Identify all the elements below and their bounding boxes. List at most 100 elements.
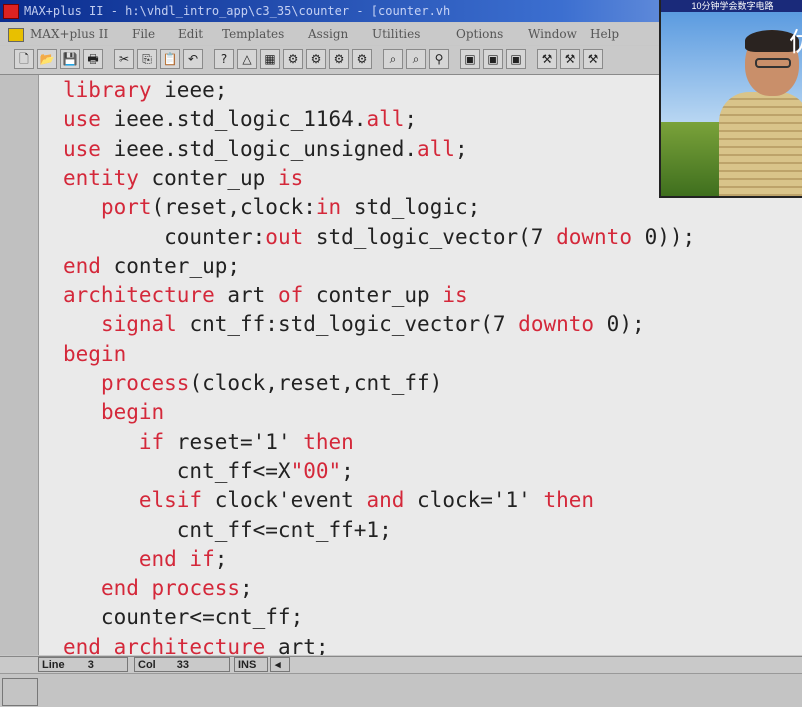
hierarchy-icon[interactable]: △ <box>237 49 257 69</box>
save-icon[interactable]: 💾 <box>60 49 80 69</box>
menu-file[interactable]: File <box>132 23 155 45</box>
code-line: end if; <box>63 545 228 574</box>
code-text: ieee.std_logic_1164. <box>100 107 367 132</box>
code-keyword: and <box>366 488 405 513</box>
app-icon[interactable] <box>3 4 19 19</box>
timing-icon[interactable]: ⚙ <box>329 49 349 69</box>
document-system-icon[interactable] <box>8 28 24 42</box>
find-icon[interactable]: ⌕ <box>383 49 403 69</box>
code-line: cnt_ff<=X"00"; <box>63 457 354 486</box>
undo-icon[interactable]: ↶ <box>183 49 203 69</box>
status-mode: INS <box>234 657 268 672</box>
tools3-icon[interactable]: ⚒ <box>583 49 603 69</box>
code-text: std_logic; <box>341 195 481 220</box>
code-line: end architecture art; <box>63 633 329 655</box>
code-line: begin <box>63 398 164 427</box>
code-line: use ieee.std_logic_unsigned.all; <box>63 135 468 164</box>
code-keyword: is <box>442 283 468 308</box>
code-keyword: library <box>63 78 152 102</box>
code-text: std_logic_vector(7 <box>303 224 557 249</box>
code-text: (clock,reset,cnt_ff) <box>189 371 443 395</box>
code-text: art; <box>265 634 329 655</box>
code-text: ; <box>240 576 253 601</box>
print-icon[interactable]: 🖶 <box>83 49 103 69</box>
code-text: conter_up <box>303 283 443 308</box>
code-line: use ieee.std_logic_1164.all; <box>63 105 417 134</box>
code-line: process(clock,reset,cnt_ff) <box>63 369 442 398</box>
maxplus-window: MAX+plus II - h:\vhdl_intro_app\c3_35\co… <box>0 0 802 707</box>
code-line: if reset='1' then <box>63 428 354 457</box>
tools-icon[interactable]: ⚒ <box>537 49 557 69</box>
code-text: ieee; <box>151 78 228 102</box>
project-save-icon[interactable]: ▣ <box>460 49 480 69</box>
menu-templates[interactable]: Templates <box>222 23 284 45</box>
tools2-icon[interactable]: ⚒ <box>560 49 580 69</box>
code-keyword: then <box>303 429 354 454</box>
code-text: conter_up <box>138 165 278 190</box>
code-keyword: if <box>138 429 165 454</box>
line-label: Line <box>42 659 65 671</box>
code-line: counter<=cnt_ff; <box>63 603 303 632</box>
code-text: counter: <box>63 224 266 249</box>
code-keyword: all <box>417 136 455 161</box>
code-keyword: is <box>277 165 304 190</box>
status-line: Line 3 <box>38 657 128 672</box>
code-text: cnt_ff<=X <box>63 458 291 483</box>
code-text: cnt_ff:std_logic_vector(7 <box>176 312 519 337</box>
code-keyword: out <box>265 224 304 249</box>
project-sim-icon[interactable]: ▣ <box>506 49 526 69</box>
code-keyword: port <box>100 195 152 220</box>
status-bar: Line 3 Col 33 INS ◂ <box>0 656 802 673</box>
code-text: ; <box>341 458 354 483</box>
menu-assign[interactable]: Assign <box>308 23 348 45</box>
code-line: architecture art of conter_up is <box>63 281 468 310</box>
code-text: conter_up; <box>100 253 241 278</box>
code-keyword: then <box>543 488 595 513</box>
instructor-glasses <box>755 58 791 68</box>
tree-icon[interactable]: ⚲ <box>429 49 449 69</box>
code-keyword: end if <box>138 546 215 571</box>
copy-icon[interactable]: ⎘ <box>137 49 157 69</box>
menu-window[interactable]: Window <box>528 23 577 45</box>
menu-help[interactable]: Help <box>590 23 619 45</box>
open-icon[interactable]: 📂 <box>37 49 57 69</box>
floorplan-icon[interactable]: ▦ <box>260 49 280 69</box>
code-text: 0)); <box>631 224 696 249</box>
col-label: Col <box>138 659 156 671</box>
code-line: elsif clock'event and clock='1' then <box>63 486 594 515</box>
code-line: counter:out std_logic_vector(7 downto 0)… <box>63 223 695 252</box>
cut-icon[interactable]: ✂ <box>114 49 134 69</box>
code-text: art <box>214 283 278 308</box>
status-col: Col 33 <box>134 657 230 672</box>
find-next-icon[interactable]: ⌕ <box>406 49 426 69</box>
code-keyword: elsif <box>138 488 203 513</box>
code-keyword: all <box>366 107 405 132</box>
compiler-icon[interactable]: ⚙ <box>283 49 303 69</box>
code-keyword: begin <box>63 341 127 366</box>
simulator-icon[interactable]: ⚙ <box>306 49 326 69</box>
paste-icon[interactable]: 📋 <box>160 49 180 69</box>
menu-utilities[interactable]: Utilities <box>372 23 420 45</box>
bottom-panel <box>0 673 802 707</box>
project-compile-icon[interactable]: ▣ <box>483 49 503 69</box>
code-keyword: "00" <box>290 458 342 483</box>
menu-edit[interactable]: Edit <box>178 23 203 45</box>
scroll-left-arrow-icon[interactable]: ◂ <box>270 657 290 672</box>
menu-maxplus[interactable]: MAX+plus II <box>30 23 108 45</box>
programmer-icon[interactable]: ⚙ <box>352 49 372 69</box>
code-keyword: end <box>63 253 101 278</box>
video-banner: 10分钟学会数字电路 <box>661 0 802 12</box>
new-icon[interactable]: 🗋 <box>14 49 34 69</box>
code-keyword: end process <box>100 576 241 601</box>
resize-grip-icon[interactable] <box>2 678 38 706</box>
code-text: clock'event <box>202 488 367 513</box>
help-pointer-icon[interactable]: ? <box>214 49 234 69</box>
code-line: port(reset,clock:in std_logic; <box>63 193 480 222</box>
menu-options[interactable]: Options <box>456 23 503 45</box>
instructor-video-overlay: 10分钟学会数字电路 优 <box>659 0 802 198</box>
